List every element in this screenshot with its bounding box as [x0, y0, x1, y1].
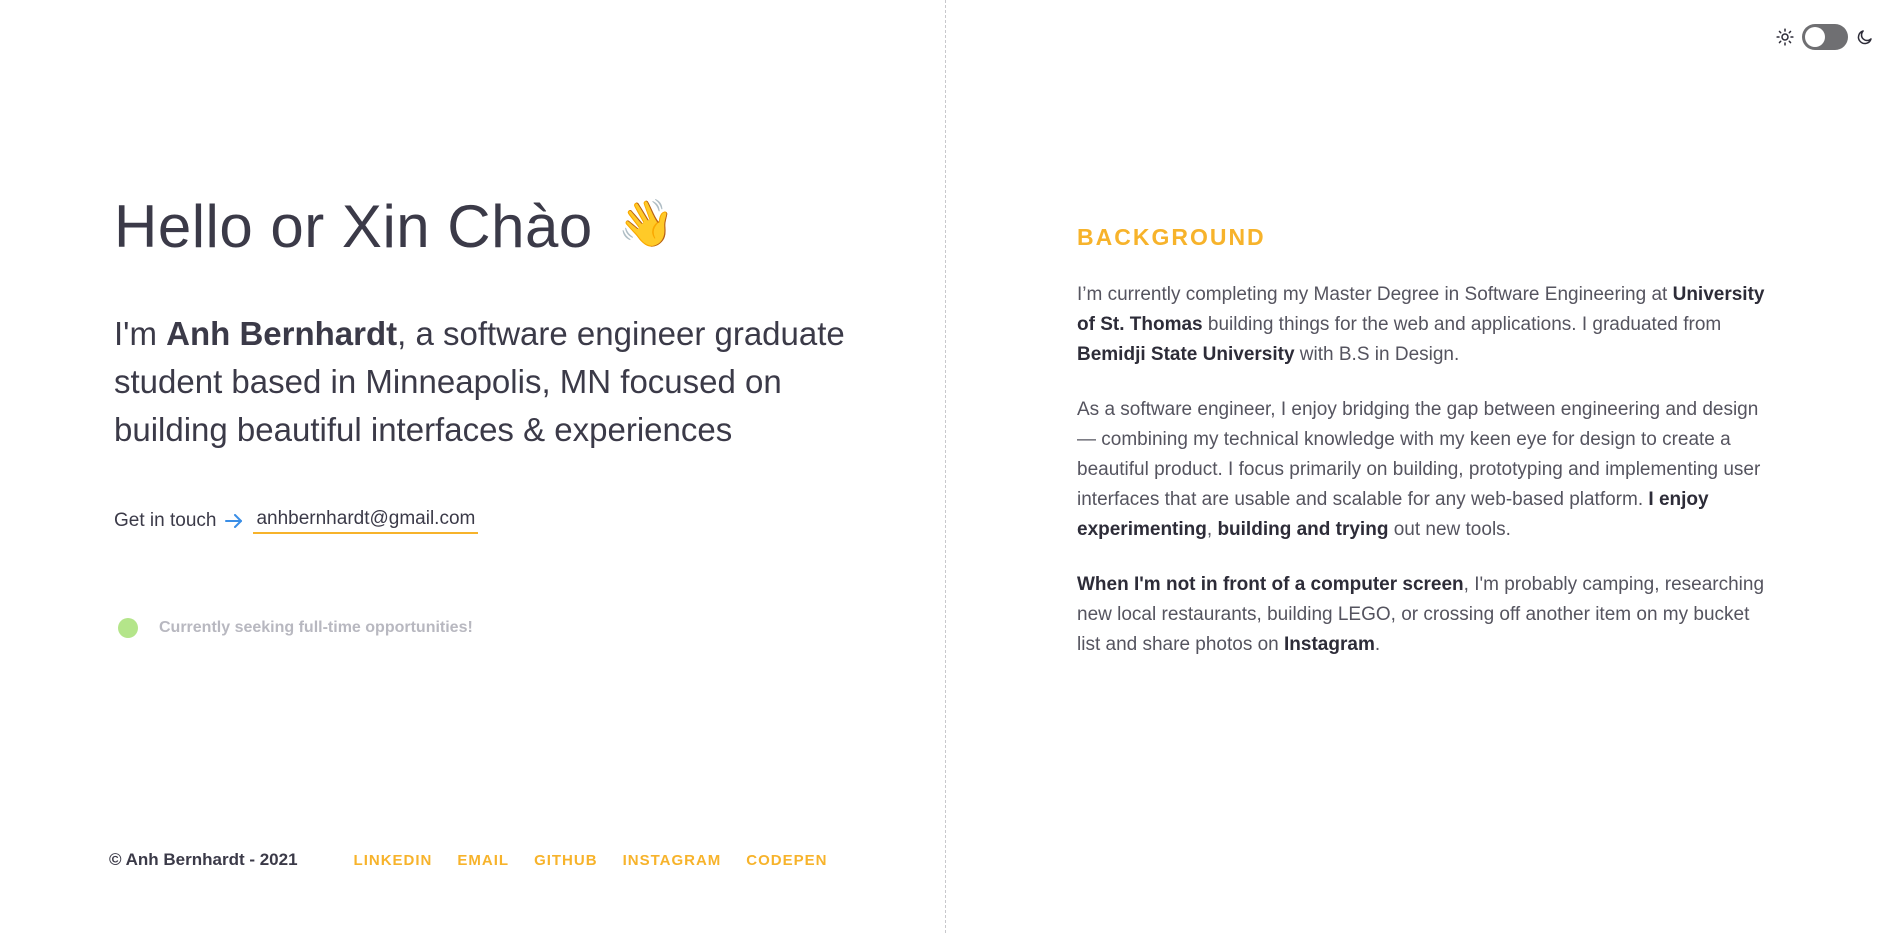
footer-link-email[interactable]: EMAIL — [457, 852, 509, 869]
bio-p2-bold-2: building and trying — [1217, 519, 1389, 540]
status-dot-icon — [118, 618, 138, 638]
instagram-mention: Instagram — [1284, 634, 1375, 655]
intro-text: I'm Anh Bernhardt, a software engineer g… — [114, 310, 854, 454]
page: Hello or Xin Chào 👋 I'm Anh Bernhardt, a… — [0, 0, 1898, 933]
bio-p1-text-a: I’m currently completing my Master Degre… — [1077, 284, 1673, 305]
bio-p1-text-c: building things for the web and applicat… — [1202, 314, 1722, 335]
bio-paragraph-1: I’m currently completing my Master Degre… — [1077, 280, 1777, 370]
bio-p2-text-c: , — [1206, 519, 1218, 540]
footer: © Anh Bernhardt - 2021 LINKEDIN EMAIL GI… — [109, 850, 852, 870]
theme-toggle — [1776, 24, 1874, 50]
footer-link-instagram[interactable]: INSTAGRAM — [623, 852, 722, 869]
bio-p3-bold-1: When I'm not in front of a computer scre… — [1077, 574, 1464, 595]
bio-p3-text-c: . — [1374, 634, 1381, 655]
bio-paragraph-2: As a software engineer, I enjoy bridging… — [1077, 395, 1777, 545]
column-divider — [945, 0, 946, 933]
bio-text: I’m currently completing my Master Degre… — [1077, 280, 1777, 685]
footer-link-linkedin[interactable]: LINKEDIN — [354, 852, 433, 869]
bio-p1-bold-2: Bemidji State University — [1077, 344, 1295, 365]
greeting-heading: Hello or Xin Chào 👋 — [114, 192, 676, 261]
theme-switch[interactable] — [1802, 24, 1848, 50]
contact-row: Get in touch anhbernhardt@gmail.com — [114, 508, 479, 534]
bio-p2-text-d: out new tools. — [1388, 519, 1511, 540]
contact-label: Get in touch — [114, 510, 217, 531]
copyright-text: © Anh Bernhardt - 2021 — [109, 850, 298, 869]
availability-status: Currently seeking full-time opportunitie… — [118, 618, 473, 638]
bio-p1-text-d: with B.S in Design. — [1294, 344, 1460, 365]
sun-icon — [1776, 28, 1794, 46]
moon-icon — [1856, 28, 1874, 46]
arrow-right-icon — [225, 514, 243, 528]
email-link[interactable]: anhbernhardt@gmail.com — [253, 508, 479, 534]
status-text: Currently seeking full-time opportunitie… — [159, 619, 473, 636]
section-title: BACKGROUND — [1077, 224, 1266, 250]
theme-switch-knob — [1805, 27, 1825, 47]
waving-hand-icon: 👋 — [617, 197, 676, 249]
greeting-text: Hello or Xin Chào — [114, 193, 593, 260]
footer-link-codepen[interactable]: CODEPEN — [746, 852, 827, 869]
footer-link-github[interactable]: GITHUB — [534, 852, 598, 869]
bio-paragraph-3: When I'm not in front of a computer scre… — [1077, 570, 1777, 660]
intro-prefix: I'm — [114, 315, 167, 352]
author-name: Anh Bernhardt — [166, 315, 398, 352]
